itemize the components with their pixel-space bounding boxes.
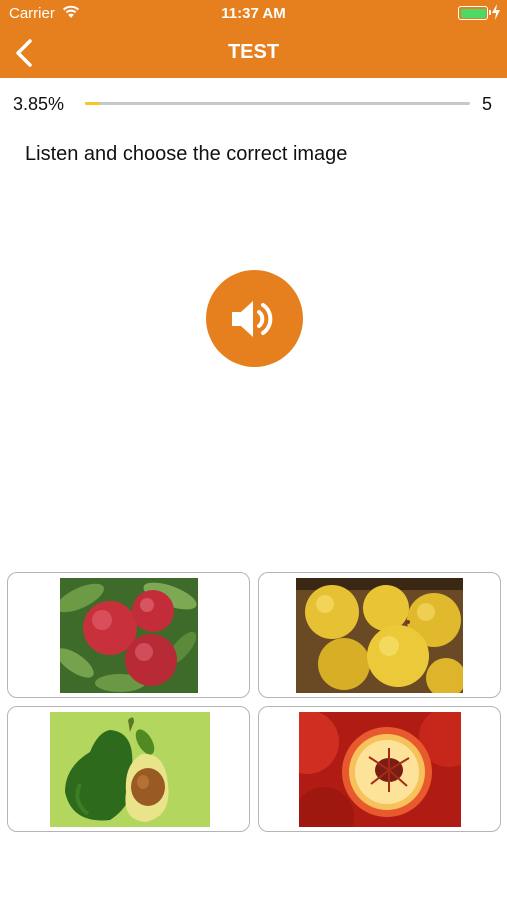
question-instruction: Listen and choose the correct image	[25, 143, 348, 165]
charging-icon	[492, 4, 500, 20]
progress-row: 3.85% 5	[0, 90, 507, 118]
progress-bar-fill	[85, 102, 100, 105]
battery-icon	[458, 6, 491, 20]
progress-total: 5	[482, 94, 493, 114]
progress-bar	[85, 102, 470, 105]
plums-image	[60, 578, 198, 693]
play-audio-button[interactable]	[206, 270, 303, 367]
answer-option-4[interactable]	[258, 706, 501, 832]
app-header: Carrier 11:37 AM TEST	[0, 0, 507, 78]
answer-option-1[interactable]	[7, 572, 250, 698]
answer-option-2[interactable]	[258, 572, 501, 698]
answer-option-3[interactable]	[7, 706, 250, 832]
avocado-image	[50, 712, 210, 827]
status-bar: Carrier 11:37 AM	[0, 0, 507, 28]
citrus-image	[296, 578, 463, 693]
page-title: TEST	[227, 41, 280, 63]
peach-image	[299, 712, 461, 827]
speaker-icon	[231, 300, 272, 337]
status-time: 11:37 AM	[221, 5, 286, 22]
progress-percent: 3.85%	[13, 94, 65, 114]
